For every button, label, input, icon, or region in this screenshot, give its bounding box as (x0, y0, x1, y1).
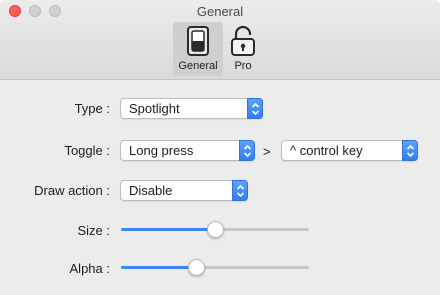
toggle-key-select-value: ^ control key (290, 143, 363, 158)
size-slider-knob[interactable] (207, 221, 224, 238)
toolbar-tab-general[interactable]: General (173, 22, 223, 76)
toggle-select-value: Long press (129, 143, 194, 158)
size-slider[interactable] (121, 219, 309, 239)
draw-action-label: Draw action : (34, 183, 110, 198)
type-select-stepper (247, 98, 263, 119)
window-title: General (196, 4, 244, 19)
chevron-up-down-icon (236, 184, 245, 198)
chevron-up-down-icon (406, 144, 415, 158)
toggle-key-select-stepper (402, 140, 418, 161)
type-select[interactable]: Spotlight (120, 98, 263, 119)
alpha-slider-fill (121, 266, 197, 269)
chevron-up-down-icon (243, 144, 252, 158)
chevron-up-down-icon (251, 102, 260, 116)
toggle-select-stepper (239, 140, 255, 161)
toolbar-tab-pro-label: Pro (234, 60, 252, 72)
toggle-select[interactable]: Long press (120, 140, 255, 161)
alpha-label: Alpha : (69, 261, 110, 276)
toolbar-tab-general-label: General (178, 60, 218, 72)
size-slider-fill (121, 228, 215, 231)
toggle-separator: > (263, 144, 271, 159)
type-select-value: Spotlight (129, 101, 180, 116)
toggle-key-select[interactable]: ^ control key (281, 140, 418, 161)
preferences-window: General General Pro Type : Spotlight Tog… (0, 0, 440, 295)
switch-icon (187, 26, 209, 56)
toolbar-tab-pro[interactable]: Pro (218, 22, 268, 76)
unlocked-padlock-icon (231, 25, 255, 56)
titlebar: General General Pro (0, 0, 440, 80)
type-label: Type : (74, 101, 110, 116)
alpha-slider-knob[interactable] (188, 259, 206, 276)
size-label: Size : (77, 223, 110, 238)
alpha-slider[interactable] (121, 257, 309, 277)
draw-action-select-stepper (232, 180, 248, 201)
draw-action-select-value: Disable (129, 183, 173, 198)
toggle-label: Toggle : (64, 143, 110, 158)
draw-action-select[interactable]: Disable (120, 180, 248, 201)
